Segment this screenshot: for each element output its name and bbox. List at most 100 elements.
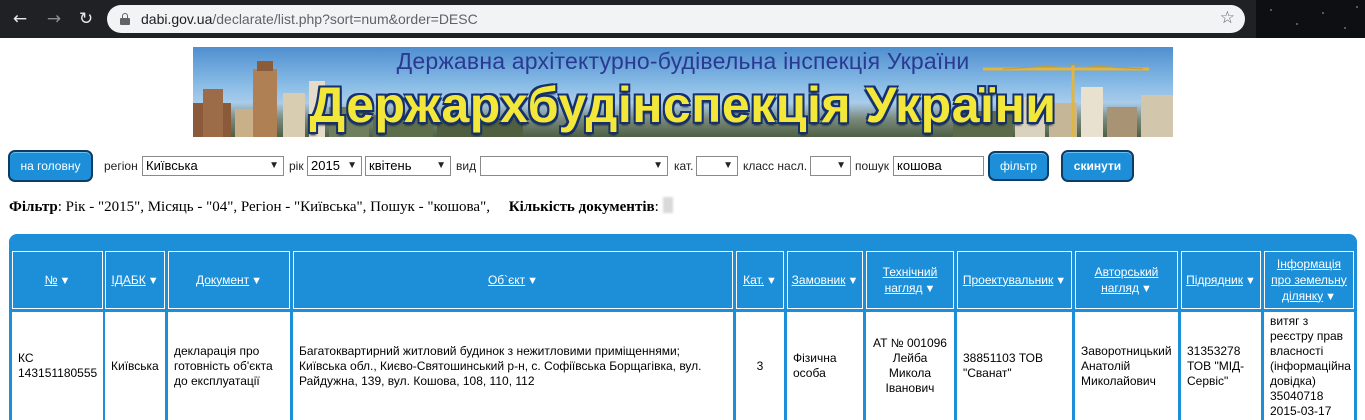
header-designer: Проектувальник ▼ xyxy=(957,251,1072,309)
cell-idabk-text: Київська xyxy=(111,358,159,373)
document-count-redacted xyxy=(662,197,673,213)
address-bar[interactable]: dabi.gov.ua/declarate/list.php?sort=num&… xyxy=(107,5,1245,33)
month-select-value: квітень xyxy=(369,158,412,173)
header-technical-supervision: Технічний нагляд ▼ xyxy=(866,251,954,309)
category-select[interactable]: ▼ xyxy=(696,156,738,176)
header-number: № ▼ xyxy=(12,251,103,309)
lock-icon[interactable] xyxy=(120,13,130,25)
sort-link-author-supervision[interactable]: Авторський xyxy=(1095,265,1159,279)
sort-arrow-icon[interactable]: ▼ xyxy=(251,275,262,287)
month-select[interactable]: квітень ▼ xyxy=(365,156,451,176)
bookmark-star-icon[interactable]: ☆ xyxy=(1220,8,1235,28)
year-label: рік xyxy=(289,159,304,173)
window-decoration xyxy=(1256,0,1365,38)
search-label: пошук xyxy=(855,159,890,173)
sort-arrow-icon[interactable]: ▼ xyxy=(925,283,936,295)
header-customer: Замовник ▼ xyxy=(787,251,863,309)
chevron-down-icon: ▼ xyxy=(436,160,446,171)
header-object: Об`єкт ▼ xyxy=(293,251,733,309)
header-contractor-content: Підрядник ▼ xyxy=(1186,272,1256,289)
region-select[interactable]: Київська ▼ xyxy=(142,156,284,176)
reset-button[interactable]: скинути xyxy=(1061,150,1134,182)
chevron-down-icon: ▼ xyxy=(723,160,733,171)
reload-icon[interactable]: ↻ xyxy=(76,9,96,29)
declarations-table: № ▼ КС 143151180555 ІДАБК ▼ Київська Документ ▼… xyxy=(9,248,1357,420)
chevron-down-icon: ▼ xyxy=(269,160,279,171)
sort-arrow-icon[interactable]: ▼ xyxy=(59,275,70,287)
header-customer-content: Замовник ▼ xyxy=(792,272,859,289)
sort-arrow-icon[interactable]: ▼ xyxy=(1325,291,1336,303)
header-author-supervision-content: Авторський нагляд ▼ xyxy=(1095,264,1159,297)
sort-link-category[interactable]: Кат. xyxy=(743,273,764,287)
cell-number: КС 143151180555 xyxy=(12,312,103,420)
header-category: Кат. ▼ xyxy=(736,251,784,309)
back-arrow-icon[interactable]: ← xyxy=(10,9,30,29)
header-idabk: ІДАБК ▼ xyxy=(105,251,165,309)
sort-link-object[interactable]: Об`єкт xyxy=(488,273,525,287)
region-label: регіон xyxy=(104,159,138,173)
cell-contractor-text: 31353278 ТОВ "МІД-Сервіс" xyxy=(1187,343,1245,388)
cell-contractor: 31353278 ТОВ "МІД-Сервіс" xyxy=(1181,312,1261,420)
header-designer-content: Проектувальник ▼ xyxy=(963,272,1066,289)
header-object-content: Об`єкт ▼ xyxy=(488,272,538,289)
sort-arrow-icon[interactable]: ▼ xyxy=(1055,275,1066,287)
cell-category: 3 xyxy=(736,312,784,420)
year-select[interactable]: 2015 ▼ xyxy=(307,156,362,176)
table-top-bar xyxy=(9,234,1357,248)
sort-link-document[interactable]: Документ xyxy=(196,273,249,287)
type-select[interactable]: ▼ xyxy=(480,156,668,176)
sort-link-land-info[interactable]: Інформація xyxy=(1277,257,1341,271)
sort-arrow-icon[interactable]: ▼ xyxy=(148,275,159,287)
sort-arrow-icon[interactable]: ▼ xyxy=(847,275,858,287)
document-count-suffix: : xyxy=(654,199,659,215)
banner-subtitle: Державна архітектурно-будівельна інспекц… xyxy=(396,48,970,74)
header-number-content: № ▼ xyxy=(45,272,71,289)
sort-link-customer[interactable]: Замовник xyxy=(792,273,846,287)
header-technical-supervision-content: Технічний нагляд ▼ xyxy=(883,264,938,297)
class-label: класс насл. xyxy=(743,159,808,173)
home-button[interactable]: на головну xyxy=(8,150,93,182)
cell-category-text: 3 xyxy=(756,358,764,373)
cell-customer-text: Фізична особа xyxy=(793,351,837,380)
cell-object: Багатоквартирний житловий будинок з нежи… xyxy=(293,312,733,420)
cell-idabk: Київська xyxy=(105,312,165,420)
sort-link-technical-supervision[interactable]: нагляд xyxy=(885,281,923,295)
header-contractor: Підрядник ▼ xyxy=(1181,251,1261,309)
sort-link-number[interactable]: № xyxy=(45,273,58,287)
banner-title: Держархбудінспекція України xyxy=(309,77,1057,133)
cell-technical-supervision-text: АТ № 001096 Лейба Микола Іванович xyxy=(873,336,947,395)
sort-link-idabk[interactable]: ІДАБК xyxy=(111,273,145,287)
header-author-supervision: Авторський нагляд ▼ xyxy=(1075,251,1178,309)
filter-button[interactable]: фільтр xyxy=(988,151,1049,181)
cell-designer: 38851103 ТОВ "Сванат" xyxy=(957,312,1072,420)
header-category-content: Кат. ▼ xyxy=(743,272,777,289)
url-host: dabi.gov.ua xyxy=(141,11,213,27)
category-label: кат. xyxy=(674,159,694,173)
url-text[interactable]: dabi.gov.ua/declarate/list.php?sort=num&… xyxy=(141,11,478,27)
class-select[interactable]: ▼ xyxy=(810,156,851,176)
browser-toolbar: ← → ↻ dabi.gov.ua/declarate/list.php?sor… xyxy=(0,0,1365,38)
sort-link-land-info[interactable]: ділянку xyxy=(1282,289,1323,303)
cell-land-info: витяг з реєстру прав власності (інформац… xyxy=(1264,312,1354,420)
sort-link-designer[interactable]: Проектувальник xyxy=(963,273,1053,287)
sort-arrow-icon[interactable]: ▼ xyxy=(1245,275,1256,287)
search-input[interactable]: кошова xyxy=(893,156,984,176)
forward-arrow-icon[interactable]: → xyxy=(44,9,64,29)
sort-link-contractor[interactable]: Підрядник xyxy=(1186,273,1243,287)
document-count-caption: Кількість документів xyxy=(508,199,655,215)
cell-document-text: декларація про готовність об'єкта до екс… xyxy=(174,343,273,388)
header-document-content: Документ ▼ xyxy=(196,272,262,289)
sort-arrow-icon[interactable]: ▼ xyxy=(766,275,777,287)
chevron-down-icon: ▼ xyxy=(836,160,846,171)
cell-object-text: Багатоквартирний житловий будинок з нежи… xyxy=(299,343,702,388)
sort-arrow-icon[interactable]: ▼ xyxy=(1141,283,1152,295)
sort-link-land-info[interactable]: про земельну xyxy=(1271,273,1347,287)
filter-caption: Фільтр xyxy=(9,199,58,215)
cell-technical-supervision: АТ № 001096 Лейба Микола Іванович xyxy=(866,312,954,420)
cell-land-info-text: витяг з реєстру прав власності (інформац… xyxy=(1270,313,1351,418)
sort-arrow-icon[interactable]: ▼ xyxy=(527,275,538,287)
sort-link-author-supervision[interactable]: нагляд xyxy=(1101,281,1139,295)
filter-summary: Фільтр: Рік - "2015", Місяць - "04", Рег… xyxy=(9,197,673,216)
sort-link-technical-supervision[interactable]: Технічний xyxy=(883,265,938,279)
cell-designer-text: 38851103 ТОВ "Сванат" xyxy=(963,351,1043,380)
